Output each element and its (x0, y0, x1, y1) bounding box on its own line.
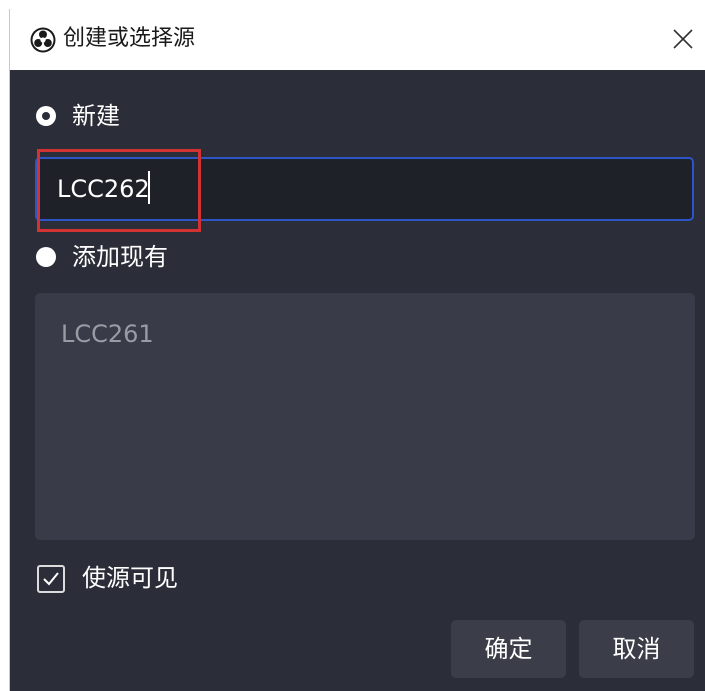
create-select-source-dialog: 创建或选择源 新建 添加现有 LCC261 使源可见 确定 取消 (9, 9, 705, 691)
cancel-button[interactable]: 取消 (579, 620, 694, 678)
make-visible-label: 使源可见 (82, 564, 178, 592)
checkmark-icon (43, 572, 59, 586)
close-icon[interactable] (670, 26, 696, 52)
title-bar: 创建或选择源 (10, 9, 705, 70)
existing-sources-list[interactable]: LCC261 (35, 293, 695, 540)
create-new-label: 新建 (72, 102, 120, 130)
create-new-radio[interactable] (36, 106, 56, 126)
make-visible-checkbox[interactable] (37, 565, 65, 593)
list-item[interactable]: LCC261 (61, 319, 154, 349)
add-existing-label: 添加现有 (72, 243, 168, 271)
dialog-body: 新建 添加现有 LCC261 使源可见 确定 取消 (10, 70, 705, 691)
ok-button[interactable]: 确定 (451, 620, 566, 678)
dialog-title: 创建或选择源 (63, 26, 196, 51)
text-caret (148, 171, 150, 204)
source-name-input[interactable] (35, 157, 694, 221)
add-existing-radio[interactable] (36, 247, 56, 267)
obs-icon (30, 27, 56, 53)
